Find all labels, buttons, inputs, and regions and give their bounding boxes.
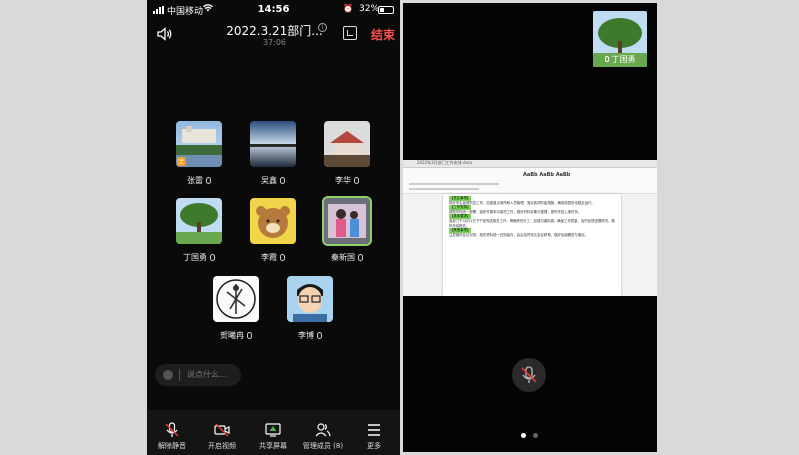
- participant-name: 李霞: [250, 252, 296, 263]
- avatar: [213, 276, 259, 322]
- participant-tile[interactable]: 李博: [287, 276, 333, 341]
- mic-muted-icon: [164, 422, 180, 438]
- menu-icon: [366, 422, 382, 438]
- unmute-button[interactable]: 解除静音: [147, 410, 197, 455]
- participant-tile[interactable]: 李华: [324, 121, 370, 186]
- avatar: [250, 121, 296, 167]
- doc-page: 【关注事项】 抓好学生疫情防控工作，加强重点场所和人员管理，落实各项防疫措施，确…: [443, 194, 621, 296]
- mic-icon: [280, 254, 285, 261]
- meeting-title[interactable]: 2022.3.21部门...: [187, 22, 362, 39]
- thumbnail-name: 丁国勇: [593, 54, 647, 65]
- participant-tile[interactable]: 丁国勇: [176, 198, 222, 263]
- participant-name: 吴鑫: [250, 175, 296, 186]
- screenshot-stage: 中国移动 14:56 ⏰ 32% 2022.3.21部门... i 37:06 …: [0, 0, 799, 455]
- mic-icon: [280, 177, 285, 184]
- mic-muted-icon: [521, 366, 537, 383]
- participant-name: 贺曦冉: [213, 330, 259, 341]
- emoji-icon[interactable]: [163, 370, 173, 380]
- avatar: [250, 198, 296, 244]
- start-video-button[interactable]: 开启视频: [197, 410, 247, 455]
- chat-input[interactable]: 说点什么...: [155, 364, 241, 386]
- doc-titlebar: 2022年3月部门工作安排.docx: [403, 160, 657, 168]
- avatar: [322, 196, 372, 246]
- more-button[interactable]: 更多: [349, 410, 399, 455]
- participant-name: 张雷: [176, 175, 222, 186]
- avatar: 主: [176, 121, 222, 167]
- participant-tile[interactable]: 李霞: [250, 198, 296, 263]
- end-meeting-button[interactable]: 结束: [371, 26, 395, 43]
- participant-name: 秦新国: [324, 252, 370, 263]
- avatar: [287, 276, 333, 322]
- battery-icon: [378, 6, 394, 14]
- shared-screen-view: 丁国勇 2022年3月部门工作安排.docx AaBb AaBb AaBb 【关…: [403, 3, 657, 452]
- page-indicator-dot-active[interactable]: [521, 433, 526, 438]
- meeting-screen: 中国移动 14:56 ⏰ 32% 2022.3.21部门... i 37:06 …: [147, 0, 400, 455]
- share-screen-button[interactable]: 共享屏幕: [248, 410, 298, 455]
- alarm-icon: ⏰: [343, 4, 353, 13]
- speaker-thumbnail[interactable]: 丁国勇: [593, 11, 647, 67]
- mic-icon: [358, 254, 363, 261]
- members-icon: [315, 422, 331, 438]
- participant-name: 李博: [287, 330, 333, 341]
- status-bar: 中国移动 14:56 ⏰ 32%: [147, 0, 400, 20]
- avatar: [324, 121, 370, 167]
- manage-members-button[interactable]: 管理成员 (8): [298, 410, 348, 455]
- mic-icon: [354, 177, 359, 184]
- mic-icon: [604, 56, 609, 62]
- bottom-toolbar: 解除静音 开启视频 共享屏幕 管理成员 (8) 更多: [147, 410, 400, 455]
- mic-icon: [247, 332, 252, 339]
- mic-icon: [206, 177, 211, 184]
- participant-tile-active-speaker[interactable]: 秦新国: [322, 196, 372, 263]
- share-screen-icon: [265, 422, 281, 438]
- shared-document: 2022年3月部门工作安排.docx AaBb AaBb AaBb 【关注事项】…: [403, 160, 657, 296]
- participant-name: 丁国勇: [176, 252, 222, 263]
- info-icon[interactable]: i: [318, 23, 327, 32]
- doc-ribbon: AaBb AaBb AaBb: [403, 168, 657, 194]
- speaker-icon[interactable]: [157, 26, 173, 41]
- page-indicator-dot[interactable]: [533, 433, 538, 438]
- mic-icon: [317, 332, 322, 339]
- participant-tile[interactable]: 贺曦冉: [213, 276, 259, 341]
- minimize-window-icon[interactable]: [343, 26, 357, 40]
- avatar: [176, 198, 222, 244]
- mic-icon: [210, 254, 215, 261]
- camera-off-icon: [214, 422, 230, 438]
- chat-placeholder: 说点什么...: [187, 370, 227, 379]
- participant-name: 李华: [324, 175, 370, 186]
- elapsed-time: 37:06: [262, 38, 287, 47]
- participant-tile[interactable]: 主 张雷: [176, 121, 222, 186]
- mic-muted-button[interactable]: [512, 358, 546, 392]
- battery-percent: 32%: [359, 4, 380, 14]
- host-badge: 主: [177, 157, 186, 166]
- participant-tile[interactable]: 吴鑫: [250, 121, 296, 186]
